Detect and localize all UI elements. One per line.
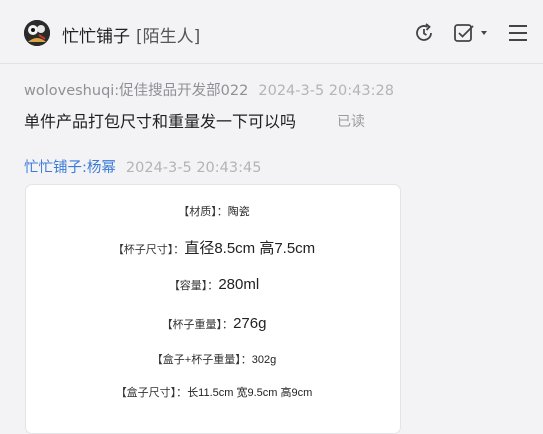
- read-status: 已读: [337, 114, 365, 130]
- refresh-icon[interactable]: [411, 20, 437, 46]
- message-text: 单件产品打包尺寸和重量发一下可以吗: [24, 112, 297, 131]
- spec-label: 【杯子尺寸】：: [112, 244, 185, 256]
- spec-line: 【杯子重量】：276g: [26, 315, 402, 332]
- message-sender[interactable]: 忙忙铺子:杨幂: [24, 160, 116, 176]
- chat-header: 忙忙铺子 [陌生人]: [0, 0, 543, 64]
- contact-name: 忙忙铺子: [62, 27, 130, 47]
- spec-value: 陶瓷: [227, 206, 250, 218]
- message-time: 2024-3-5 20:43:28: [258, 83, 394, 99]
- menu-icon[interactable]: [505, 20, 531, 46]
- spec-value: 276g: [233, 315, 267, 332]
- spec-label: 【容量】：: [168, 280, 219, 292]
- message-meta: woloveshuqi:促佳搜品开发部022 2024-3-5 20:43:28: [24, 79, 394, 100]
- spec-line: 【杯子尺寸】：直径8.5cm 高7.5cm: [26, 237, 402, 258]
- message-meta: 忙忙铺子:杨幂 2024-3-5 20:43:45: [24, 156, 261, 177]
- message-sender[interactable]: woloveshuqi:促佳搜品开发部022: [24, 83, 248, 99]
- spec-line: 【盒子+杯子重量】：302g: [26, 351, 402, 367]
- message-time: 2024-3-5 20:43:45: [125, 160, 262, 176]
- spec-label: 【材质】：: [178, 206, 228, 218]
- spec-value: 直径8.5cm 高7.5cm: [184, 240, 316, 257]
- spec-label: 【盒子+杯子重量】：: [151, 354, 252, 366]
- spec-label: 【杯子重量】：: [161, 319, 234, 331]
- spec-line: 【容量】：280ml: [26, 276, 402, 293]
- spec-value: 302g: [251, 354, 277, 366]
- spec-line: 【材质】：陶瓷: [26, 203, 402, 219]
- spec-line: 【盒子尺寸】：长11.5cm 宽9.5cm 高9cm: [26, 384, 402, 400]
- spec-label: 【盒子尺寸】：: [115, 387, 188, 399]
- spec-value: 280ml: [218, 276, 260, 293]
- contact-tag: [陌生人]: [136, 27, 201, 47]
- contact-avatar[interactable]: [24, 20, 50, 46]
- task-check-icon[interactable]: [451, 20, 477, 46]
- dropdown-arrow-icon[interactable]: [477, 20, 491, 46]
- spec-value: 长11.5cm 宽9.5cm 高9cm: [187, 387, 313, 399]
- product-spec-card[interactable]: 【材质】：陶瓷 【杯子尺寸】：直径8.5cm 高7.5cm 【容量】：280ml…: [25, 184, 401, 434]
